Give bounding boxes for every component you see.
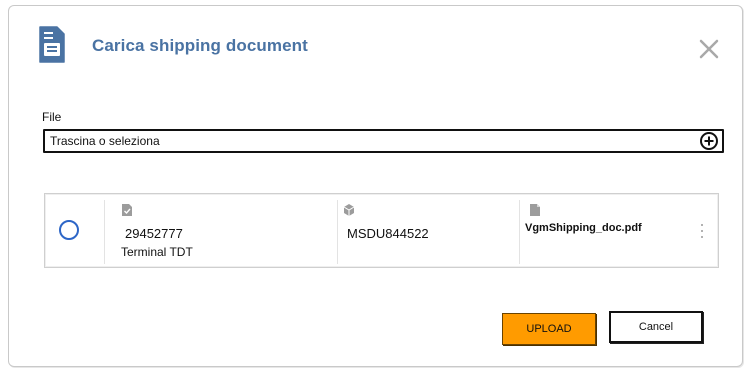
upload-button[interactable]: UPLOAD bbox=[502, 313, 596, 345]
cancel-button[interactable]: Cancel bbox=[609, 311, 703, 343]
close-icon[interactable] bbox=[698, 38, 720, 60]
document-record-row: 29452777 Terminal TDT MSDU844522 VgmShip… bbox=[44, 193, 719, 268]
container-code: MSDU844522 bbox=[347, 226, 429, 241]
column-separator bbox=[104, 200, 105, 264]
more-vertical-icon[interactable] bbox=[700, 224, 704, 240]
plus-circle-icon[interactable] bbox=[699, 131, 719, 151]
box-icon bbox=[343, 204, 355, 216]
booking-number: 29452777 bbox=[125, 226, 183, 241]
terminal-name: Terminal TDT bbox=[121, 245, 193, 259]
file-icon bbox=[530, 204, 540, 216]
column-separator bbox=[337, 200, 338, 264]
document-check-icon bbox=[122, 204, 132, 216]
file-dropzone-input[interactable]: Trascina o seleziona bbox=[43, 129, 724, 153]
column-separator bbox=[519, 200, 520, 264]
document-icon bbox=[39, 26, 65, 63]
document-filename: VgmShipping_doc.pdf bbox=[525, 222, 642, 234]
file-placeholder: Trascina o seleziona bbox=[50, 134, 160, 148]
select-radio[interactable] bbox=[59, 220, 79, 240]
file-label: File bbox=[42, 110, 62, 124]
dialog-title: Carica shipping document bbox=[92, 36, 308, 55]
